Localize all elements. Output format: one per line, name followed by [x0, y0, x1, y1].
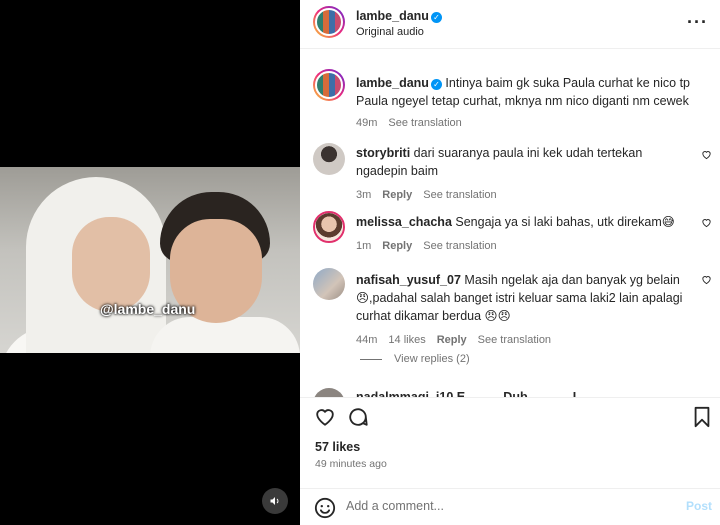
- commenter-avatar[interactable]: [313, 388, 345, 397]
- original-audio-link[interactable]: Original audio: [356, 26, 424, 38]
- commenter-avatar[interactable]: [313, 211, 345, 243]
- post-header: lambe_danu ✓ Original audio ···: [300, 0, 720, 49]
- more-horizontal-icon[interactable]: ···: [687, 12, 708, 33]
- post-timestamp[interactable]: 49 minutes ago: [315, 458, 387, 470]
- header-avatar[interactable]: [313, 6, 345, 38]
- like-heart-icon[interactable]: [314, 406, 336, 428]
- add-comment-row: Post: [300, 488, 720, 525]
- verified-icon: ✓: [430, 12, 442, 23]
- reply-button[interactable]: Reply: [382, 189, 412, 201]
- comment-meta: 1m Reply See translation: [356, 237, 691, 255]
- speaker-icon[interactable]: [262, 488, 288, 514]
- comment-body: melissa_chacha Sengaja ya si laki bahas,…: [356, 213, 691, 255]
- commenter-avatar[interactable]: [313, 143, 345, 175]
- post-details-panel: lambe_danu ✓ Original audio ··· lambe_dan…: [300, 0, 720, 525]
- see-translation-button[interactable]: See translation: [423, 240, 496, 252]
- comment-likes[interactable]: 14 likes: [388, 334, 425, 346]
- reel-video[interactable]: @lambe_danu: [0, 0, 300, 525]
- comment-time[interactable]: 44m: [356, 334, 377, 346]
- verified-icon: ✓: [430, 79, 442, 90]
- comment-body: nafisah_yusuf_07 Masih ngelak aja dan ba…: [356, 271, 691, 349]
- see-translation-button[interactable]: See translation: [478, 334, 551, 346]
- person-left-face: [72, 217, 150, 312]
- see-translation-button[interactable]: See translation: [423, 189, 496, 201]
- reply-button[interactable]: Reply: [437, 334, 467, 346]
- replies-divider: [360, 358, 382, 360]
- video-watermark: @lambe_danu: [100, 301, 196, 317]
- comment-time[interactable]: 3m: [356, 189, 371, 201]
- reply-button[interactable]: Reply: [382, 240, 412, 252]
- like-comment-heart-icon[interactable]: [701, 274, 712, 288]
- post-actions: 57 likes 49 minutes ago Post: [300, 397, 720, 525]
- video-frame: @lambe_danu: [0, 167, 300, 353]
- comment-body: storybriti dari suaranya paula ini kek u…: [356, 144, 691, 204]
- comment-username[interactable]: nafisah_yusuf_07: [356, 273, 461, 287]
- comment-input[interactable]: [346, 499, 666, 513]
- person-right-shirt: [150, 317, 300, 353]
- like-comment-heart-icon[interactable]: [701, 149, 712, 163]
- view-replies-button[interactable]: View replies (2): [360, 353, 470, 365]
- like-comment-heart-icon[interactable]: [701, 217, 712, 231]
- post-caption: lambe_danu ✓ Intinya baim gk suka Paula c…: [356, 74, 706, 132]
- post-comment-button[interactable]: Post: [686, 499, 712, 513]
- emoji-icon[interactable]: [314, 497, 336, 519]
- caption-see-translation[interactable]: See translation: [388, 117, 461, 129]
- comment-time[interactable]: 1m: [356, 240, 371, 252]
- caption-username[interactable]: lambe_danu: [356, 76, 429, 90]
- likes-count[interactable]: 57 likes: [315, 440, 360, 454]
- partial-comment-text: nadalmmagi_i10 E_____ Dub______ I____ __…: [356, 390, 660, 397]
- bookmark-icon[interactable]: [692, 406, 714, 428]
- comment-text: Sengaja ya si laki bahas, utk direkam😅: [455, 215, 675, 229]
- header-username[interactable]: lambe_danu ✓: [356, 9, 442, 23]
- view-replies-label[interactable]: View replies (2): [394, 353, 470, 365]
- comment-meta: 3m Reply See translation: [356, 186, 691, 204]
- comment-bubble-icon[interactable]: [347, 406, 369, 428]
- comment-username[interactable]: melissa_chacha: [356, 215, 452, 229]
- partial-comment: nadalmmagi_i10 E_____ Dub______ I____ __…: [300, 383, 720, 397]
- caption-meta: 49m See translation: [356, 114, 706, 132]
- comment-username[interactable]: storybriti: [356, 146, 410, 160]
- caption-time[interactable]: 49m: [356, 117, 377, 129]
- header-username-text[interactable]: lambe_danu: [356, 9, 429, 23]
- comment-meta: 44m 14 likes Reply See translation: [356, 331, 691, 349]
- caption-avatar[interactable]: [313, 69, 345, 101]
- commenter-avatar[interactable]: [313, 268, 345, 300]
